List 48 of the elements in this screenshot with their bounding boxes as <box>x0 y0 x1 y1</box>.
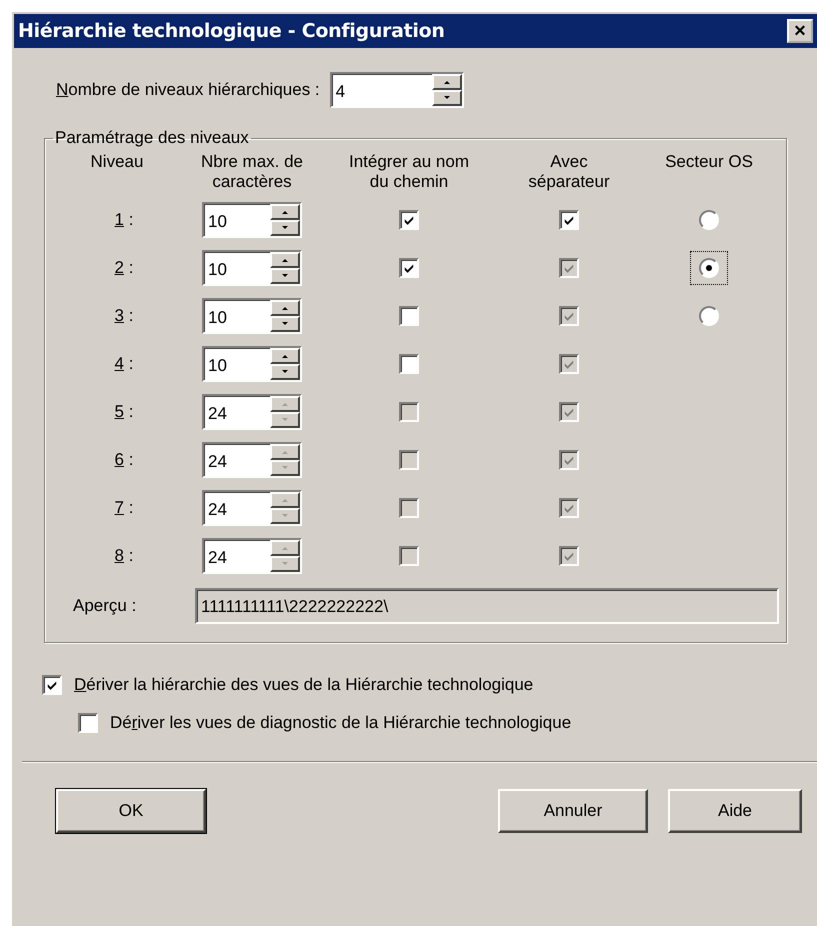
column-header: Nbre max. de caractères <box>200 152 304 193</box>
preview-field: 1111111111\2222222222\ <box>195 588 779 624</box>
group-title: Paramétrage des niveaux <box>54 128 250 148</box>
option-label: Dériver la hiérarchie des vues de la Hiérarchie technologique <box>74 675 534 695</box>
max-chars-spinner[interactable]: 10 <box>202 250 302 286</box>
level-label: 4 : <box>114 354 134 374</box>
level-label: 1 : <box>114 210 134 230</box>
column-header: Niveau <box>90 152 144 173</box>
level-label: 2 : <box>114 258 134 278</box>
level-label: 3 : <box>114 306 134 326</box>
level-label: 5 : <box>114 402 134 422</box>
column-header: Intégrer au nom du chemin <box>348 152 470 193</box>
preview-label: Aperçu : <box>72 596 138 616</box>
max-chars-spinner[interactable]: 24 <box>202 394 302 430</box>
level-count-label: Nombre de niveaux hiérarchiques : <box>56 80 320 100</box>
window-title: Hiérarchie technologique - Configuration <box>18 20 445 42</box>
max-chars-spinner[interactable]: 24 <box>202 490 302 526</box>
checkbox[interactable] <box>399 258 419 278</box>
radio-button[interactable] <box>699 258 719 278</box>
max-chars-spinner[interactable]: 10 <box>202 298 302 334</box>
checkbox[interactable] <box>399 210 419 230</box>
dialog-button[interactable]: OK <box>56 789 206 833</box>
spin-buttons[interactable] <box>270 300 300 332</box>
dialog-button[interactable]: Annuler <box>498 789 648 833</box>
dialog-button[interactable]: Aide <box>668 789 802 833</box>
checkbox[interactable] <box>42 675 62 695</box>
spin-buttons[interactable] <box>432 74 462 106</box>
level-count-spinner[interactable]: 4 <box>330 72 464 108</box>
checkbox[interactable] <box>399 354 419 374</box>
checkbox[interactable] <box>78 713 98 733</box>
close-button[interactable]: × <box>787 19 813 43</box>
column-header: Secteur OS <box>665 152 753 173</box>
spin-buttons[interactable] <box>270 348 300 380</box>
option-label: Dériver les vues de diagnostic de la Hiérarchie technologique <box>110 713 572 733</box>
max-chars-spinner[interactable]: 24 <box>202 538 302 574</box>
spin-buttons[interactable] <box>270 252 300 284</box>
column-header: Avec séparateur <box>527 152 611 193</box>
level-label: 8 : <box>114 546 134 566</box>
radio-button[interactable] <box>699 210 719 230</box>
radio-button[interactable] <box>699 306 719 326</box>
checkbox[interactable] <box>559 210 579 230</box>
max-chars-spinner[interactable]: 10 <box>202 346 302 382</box>
level-label: 6 : <box>114 450 134 470</box>
max-chars-spinner[interactable]: 10 <box>202 202 302 238</box>
max-chars-spinner[interactable]: 24 <box>202 442 302 478</box>
checkbox[interactable] <box>399 306 419 326</box>
spin-buttons[interactable] <box>270 204 300 236</box>
level-label: 7 : <box>114 498 134 518</box>
